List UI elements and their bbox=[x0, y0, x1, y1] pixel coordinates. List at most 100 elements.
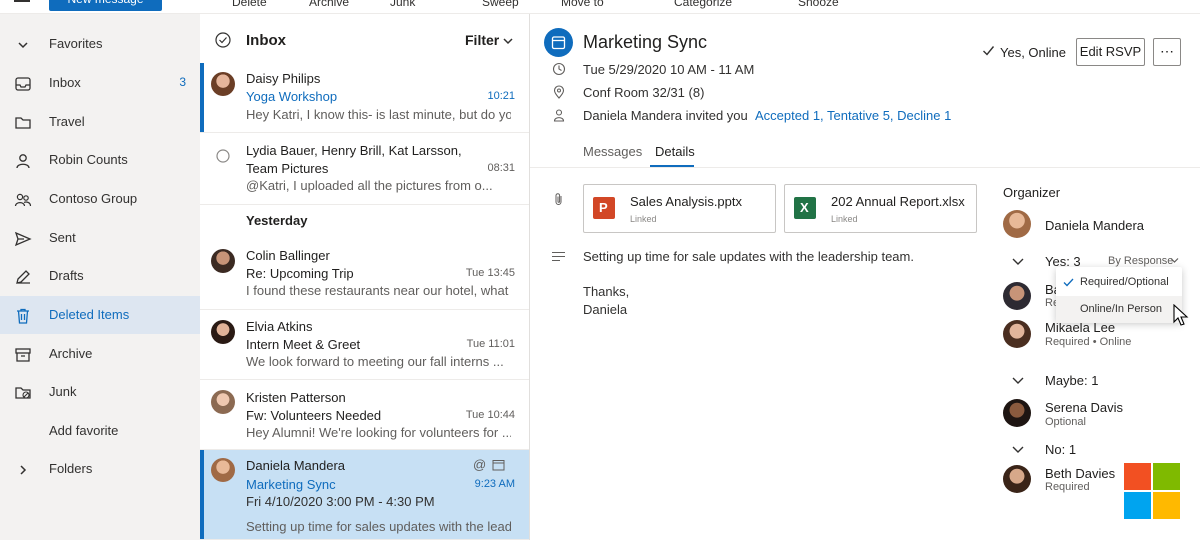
text-lines-icon bbox=[552, 251, 565, 262]
organizer-name: Daniela Mandera bbox=[1045, 218, 1145, 233]
hamburger-icon[interactable] bbox=[14, 0, 30, 2]
snooze-button[interactable]: Snooze bbox=[798, 0, 839, 9]
nav-label: Drafts bbox=[49, 268, 84, 283]
message-preview: Hey Alumni! We're looking for volunteers… bbox=[246, 425, 511, 440]
edit-rsvp-button[interactable]: Edit RSVP bbox=[1076, 38, 1145, 66]
list-item[interactable]: Elvia Atkins Intern Meet & Greet Tue 11:… bbox=[200, 310, 529, 380]
attachment-card[interactable]: X 202 Annual Report.xlsx Linked bbox=[784, 184, 977, 233]
group-header-no: No: 1 bbox=[1045, 442, 1077, 457]
attachment-card[interactable]: P Sales Analysis.pptx Linked bbox=[583, 184, 776, 233]
chevron-down-icon[interactable] bbox=[1170, 257, 1179, 264]
tab-details[interactable]: Details bbox=[655, 144, 695, 159]
chevron-down-icon bbox=[18, 42, 28, 49]
nav-label: Contoso Group bbox=[49, 191, 138, 206]
select-all-icon[interactable] bbox=[215, 32, 231, 48]
event-title: Marketing Sync bbox=[583, 32, 708, 52]
chevron-down-icon[interactable] bbox=[1011, 445, 1025, 455]
tab-messages[interactable]: Messages bbox=[583, 144, 642, 159]
more-options-button[interactable]: ⋯ bbox=[1153, 38, 1181, 66]
nav-label: Junk bbox=[49, 384, 77, 399]
nav-drafts[interactable]: Drafts bbox=[0, 257, 200, 295]
menu-item-required-optional[interactable]: Required/Optional bbox=[1056, 269, 1182, 296]
message-event-time: Fri 4/10/2020 3:00 PM - 4:30 PM bbox=[246, 494, 435, 509]
message-preview: I found these restaurants near our hotel… bbox=[246, 283, 511, 298]
send-icon bbox=[14, 231, 32, 247]
nav-archive[interactable]: Archive bbox=[0, 335, 200, 373]
attendee-name: Beth Davies bbox=[1045, 466, 1116, 481]
nav-label: Inbox bbox=[49, 75, 81, 90]
responses-link[interactable]: Accepted 1, Tentative 5, Decline 1 bbox=[755, 108, 951, 123]
nav-favorites[interactable]: Favorites bbox=[0, 25, 200, 63]
list-item-selected[interactable]: Daniela Mandera @ Marketing Sync 9:23 AM… bbox=[200, 450, 529, 540]
rsvp-status[interactable]: Yes, Online bbox=[1000, 45, 1066, 60]
categorize-button[interactable]: Categorize bbox=[674, 0, 732, 9]
list-item[interactable]: Lydia Bauer, Henry Brill, Kat Larsson, T… bbox=[200, 133, 529, 205]
command-bar: New message Delete Archive Junk Sweep Mo… bbox=[0, 0, 1200, 14]
message-preview: Setting up time for sales updates with t… bbox=[246, 519, 511, 534]
delete-button[interactable]: Delete bbox=[232, 0, 267, 9]
sort-dropdown[interactable]: By Response bbox=[1108, 255, 1173, 267]
nav-label: Archive bbox=[49, 346, 93, 361]
menu-item-online-in-person[interactable]: Online/In Person bbox=[1056, 296, 1182, 323]
attendee-role: Optional bbox=[1045, 416, 1086, 428]
powerpoint-icon: P bbox=[593, 197, 615, 219]
pencil-icon bbox=[16, 270, 30, 284]
attachment-name: 202 Annual Report.xlsx bbox=[831, 194, 965, 209]
menu-item-label: Online/In Person bbox=[1080, 303, 1162, 315]
message-subject: Re: Upcoming Trip bbox=[246, 266, 354, 281]
organizer-label: Organizer bbox=[1003, 185, 1061, 200]
nav-robin-counts[interactable]: Robin Counts bbox=[0, 141, 200, 179]
chevron-down-icon[interactable] bbox=[1011, 376, 1025, 386]
message-time: Tue 13:45 bbox=[465, 267, 515, 279]
attachment-name: Sales Analysis.pptx bbox=[630, 194, 743, 209]
chevron-right-icon bbox=[20, 465, 27, 475]
list-item[interactable]: Colin Ballinger Re: Upcoming Trip Tue 13… bbox=[200, 240, 529, 310]
logo-square-green bbox=[1153, 463, 1180, 490]
nav-junk[interactable]: Junk bbox=[0, 373, 200, 411]
message-preview: We look forward to meeting our fall inte… bbox=[246, 354, 504, 369]
nav-label: Robin Counts bbox=[49, 152, 128, 167]
message-sender: Daisy Philips bbox=[246, 71, 321, 86]
avatar bbox=[211, 72, 235, 96]
avatar bbox=[211, 390, 235, 414]
new-message-button[interactable]: New message bbox=[49, 0, 162, 11]
filter-button[interactable]: Filter bbox=[465, 32, 499, 48]
nav-sent[interactable]: Sent bbox=[0, 219, 200, 257]
sort-menu: Required/Optional Online/In Person bbox=[1056, 267, 1182, 323]
event-organizer-line: Daniela Mandera invited you Accepted 1, … bbox=[583, 108, 951, 123]
person-icon bbox=[16, 154, 30, 169]
message-subject: Team Pictures bbox=[246, 161, 329, 176]
select-circle-icon[interactable] bbox=[216, 149, 230, 163]
checkmark-icon bbox=[1063, 278, 1074, 287]
message-sender: Colin Ballinger bbox=[246, 248, 330, 263]
archive-button[interactable]: Archive bbox=[309, 0, 349, 9]
move-to-button[interactable]: Move to bbox=[561, 0, 604, 9]
sweep-button[interactable]: Sweep bbox=[482, 0, 519, 9]
nav-travel[interactable]: Travel bbox=[0, 103, 200, 141]
unread-count: 3 bbox=[179, 75, 186, 89]
nav-contoso-group[interactable]: Contoso Group bbox=[0, 180, 200, 218]
message-time: Tue 10:44 bbox=[465, 409, 515, 421]
event-datetime: Tue 5/29/2020 10 AM - 11 AM bbox=[583, 62, 755, 77]
nav-folders[interactable]: Folders bbox=[0, 450, 200, 488]
nav-deleted-items[interactable]: Deleted Items bbox=[0, 296, 200, 334]
body-line: Daniela bbox=[583, 302, 628, 317]
list-item[interactable]: Kristen Patterson Fw: Volunteers Needed … bbox=[200, 380, 529, 450]
attendee-role: Required • Online bbox=[1045, 336, 1132, 348]
message-time: 9:23 AM bbox=[474, 478, 515, 490]
message-list: Inbox Filter Daisy Philips Yoga Workshop… bbox=[200, 14, 530, 540]
event-badge bbox=[544, 28, 573, 57]
message-preview: @Katri, I uploaded all the pictures from… bbox=[246, 178, 493, 193]
calendar-icon bbox=[551, 36, 566, 50]
chevron-down-icon[interactable] bbox=[502, 36, 514, 46]
nav-label: Add favorite bbox=[49, 423, 119, 438]
list-item[interactable]: Daisy Philips Yoga Workshop 10:21 Hey Ka… bbox=[200, 63, 529, 133]
nav-inbox[interactable]: Inbox 3 bbox=[0, 64, 200, 102]
attendee-name: Serena Davis bbox=[1045, 400, 1124, 415]
nav-add-favorite[interactable]: Add favorite bbox=[0, 412, 200, 450]
junk-button[interactable]: Junk bbox=[390, 0, 415, 9]
nav-label: Deleted Items bbox=[49, 307, 130, 322]
chevron-down-icon[interactable] bbox=[1011, 257, 1025, 267]
nav-label: Sent bbox=[49, 230, 76, 245]
message-time: 08:31 bbox=[487, 162, 515, 174]
